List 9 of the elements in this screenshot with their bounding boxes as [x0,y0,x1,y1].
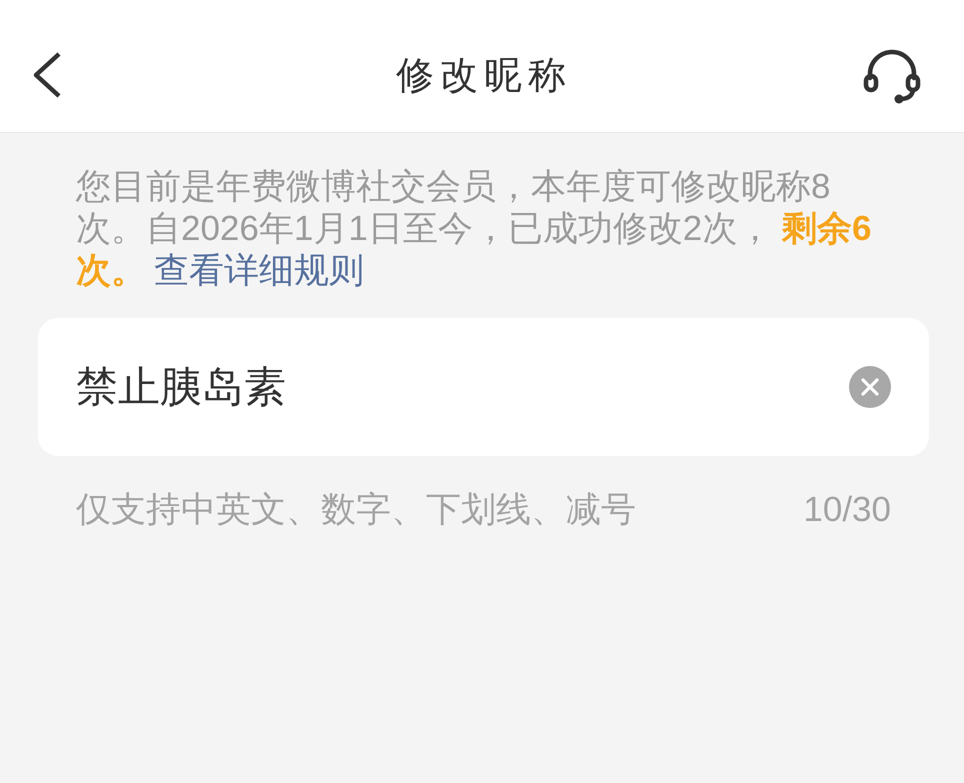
character-counter: 10/30 [803,490,891,530]
notice-text: 您目前是年费微博社交会员，本年度可修改昵称8次。自2026年1月1日至今，已成功修改2次， 剩余6次。 查看详细规则 [76,166,872,292]
hint-text: 仅支持中英文、数字、下划线、减号 [76,489,636,531]
page-title: 修改昵称 [396,52,572,98]
nickname-field[interactable]: 禁止胰岛素 [38,318,929,456]
rules-link[interactable]: 查看详细规则 [154,251,364,290]
back-button[interactable] [32,52,62,98]
nickname-input[interactable]: 禁止胰岛素 [76,363,849,411]
back-icon [32,52,62,98]
